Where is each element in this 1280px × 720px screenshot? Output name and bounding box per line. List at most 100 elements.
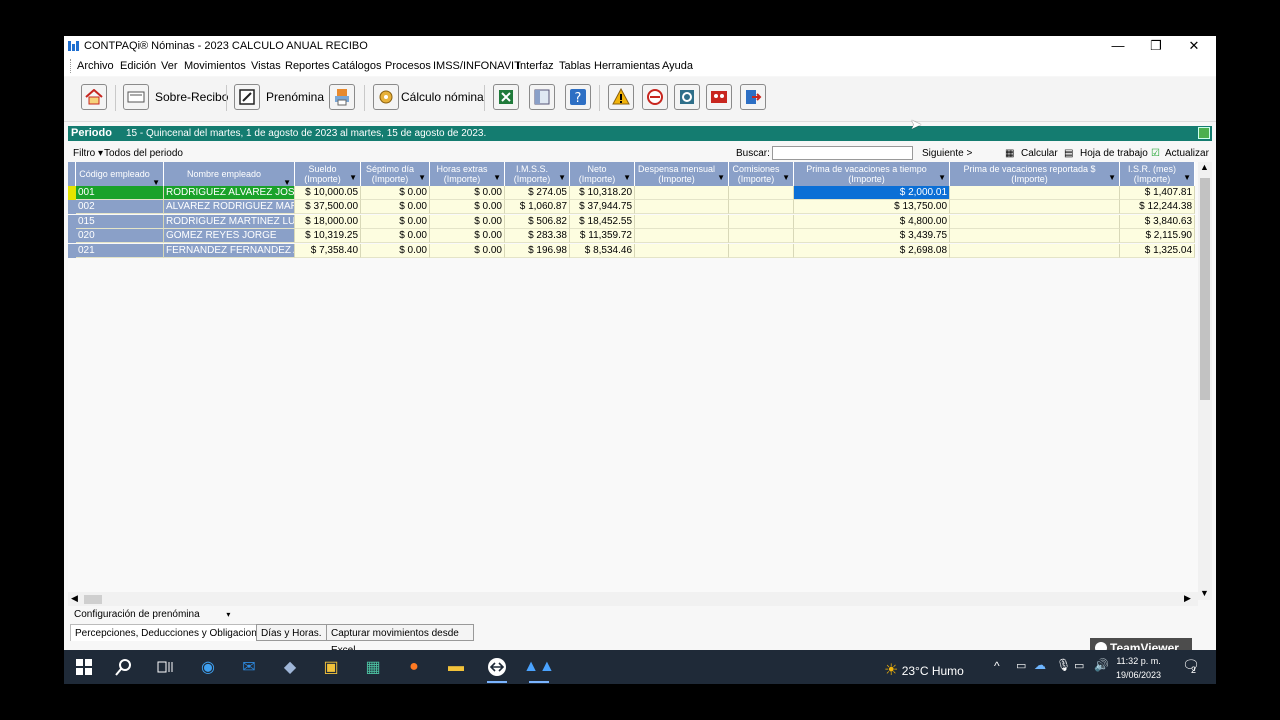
cell-prima-reportada[interactable] bbox=[950, 214, 1120, 229]
cell-horas[interactable]: $ 0.00 bbox=[430, 214, 505, 229]
cell-isr[interactable]: $ 1,407.81 bbox=[1120, 186, 1195, 200]
cell-septimo[interactable]: $ 0.00 bbox=[361, 229, 430, 244]
cell-septimo[interactable]: $ 0.00 bbox=[361, 186, 430, 200]
print-button[interactable] bbox=[329, 81, 355, 113]
menu-reportes[interactable]: Reportes bbox=[285, 60, 330, 72]
cell-nombre[interactable]: ALVAREZ RODRIGUEZ MARIA bbox=[164, 200, 295, 215]
weather-widget[interactable]: ☀ 23°C Humo bbox=[884, 660, 964, 680]
calculo-nomina-button[interactable]: Cálculo nómina bbox=[373, 81, 484, 113]
cell-neto[interactable]: $ 8,534.46 bbox=[570, 243, 635, 258]
menu-tablas[interactable]: Tablas bbox=[559, 60, 591, 72]
cell-prima-tiempo[interactable]: $ 13,750.00 bbox=[794, 200, 950, 215]
calendar-icon[interactable] bbox=[1198, 127, 1210, 139]
cell-neto[interactable]: $ 18,452.55 bbox=[570, 214, 635, 229]
cell-prima-tiempo[interactable]: $ 3,439.75 bbox=[794, 229, 950, 244]
vertical-scrollbar[interactable]: ▲ ▼ bbox=[1198, 162, 1212, 600]
search-input[interactable] bbox=[772, 146, 913, 160]
notifications-icon[interactable]: 🗨 2 bbox=[1182, 657, 1200, 675]
cell-septimo[interactable]: $ 0.00 bbox=[361, 243, 430, 258]
column-header-prima-reportada[interactable]: Prima de vacaciones reportada $ (Importe)… bbox=[950, 162, 1120, 186]
cell-comisiones[interactable] bbox=[729, 243, 794, 258]
row-selector[interactable] bbox=[68, 214, 76, 229]
close-button[interactable]: ✕ bbox=[1175, 36, 1213, 56]
cell-comisiones[interactable] bbox=[729, 186, 794, 200]
row-selector[interactable] bbox=[68, 229, 76, 244]
cell-horas[interactable]: $ 0.00 bbox=[430, 186, 505, 200]
panel-button[interactable] bbox=[529, 81, 555, 113]
calcular-button[interactable]: Calcular bbox=[1021, 148, 1058, 159]
cell-isr[interactable]: $ 12,244.38 bbox=[1120, 200, 1195, 215]
cell-neto[interactable]: $ 11,359.72 bbox=[570, 229, 635, 244]
cell-nombre[interactable]: RODRIGUEZ ALVAREZ JOSE bbox=[164, 186, 295, 200]
horizontal-scrollbar[interactable]: ◀ ▶ bbox=[68, 592, 1198, 606]
menu-interfaz[interactable]: Interfaz bbox=[517, 60, 554, 72]
cell-neto[interactable]: $ 37,944.75 bbox=[570, 200, 635, 215]
cell-isr[interactable]: $ 3,840.63 bbox=[1120, 214, 1195, 229]
column-dropdown-icon[interactable]: ▼ bbox=[152, 173, 160, 186]
config-prenomina[interactable]: Configuración de prenómina ▾ bbox=[74, 609, 230, 620]
cell-codigo[interactable]: 020 bbox=[76, 229, 164, 244]
folder-icon[interactable]: ▬ bbox=[444, 656, 468, 678]
microphone-icon[interactable]: 🎙 bbox=[1056, 658, 1071, 672]
start-button[interactable] bbox=[72, 656, 96, 678]
column-header-neto[interactable]: Neto (Importe) ▼ bbox=[570, 162, 635, 186]
horizontal-scroll-thumb[interactable] bbox=[84, 595, 102, 604]
cell-horas[interactable]: $ 0.00 bbox=[430, 200, 505, 215]
cell-codigo[interactable]: 001 bbox=[76, 186, 164, 200]
cell-prima-reportada[interactable] bbox=[950, 200, 1120, 215]
column-header-sueldo[interactable]: Sueldo (Importe) ▼ bbox=[295, 162, 361, 186]
scroll-right-icon[interactable]: ▶ bbox=[1184, 593, 1191, 604]
cell-prima-tiempo[interactable]: $ 2,698.08 bbox=[794, 243, 950, 258]
firefox-icon[interactable]: ● bbox=[402, 656, 426, 678]
cell-imss[interactable]: $ 196.98 bbox=[505, 243, 570, 258]
column-header-comisiones[interactable]: Comisiones (Importe) ▼ bbox=[729, 162, 794, 186]
cell-nombre[interactable]: GOMEZ REYES JORGE bbox=[164, 229, 295, 244]
tab-excel[interactable]: Capturar movimientos desde Excel bbox=[326, 624, 474, 650]
task-view-icon[interactable] bbox=[153, 656, 177, 678]
menu-imss-infonavit[interactable]: IMSS/INFONAVIT bbox=[433, 60, 521, 72]
menu-ayuda[interactable]: Ayuda bbox=[662, 60, 693, 72]
tab-dias-horas[interactable]: Días y Horas. bbox=[256, 624, 327, 641]
cell-comisiones[interactable] bbox=[729, 214, 794, 229]
column-header-nombre[interactable]: Nombre empleado ▼ bbox=[164, 162, 295, 186]
cell-prima-reportada[interactable] bbox=[950, 243, 1120, 258]
cell-septimo[interactable]: $ 0.00 bbox=[361, 200, 430, 215]
stamp-button[interactable] bbox=[642, 81, 668, 113]
cell-isr[interactable]: $ 1,325.04 bbox=[1120, 243, 1195, 258]
filter-button[interactable]: Filtro ▾ bbox=[73, 148, 103, 159]
column-header-codigo[interactable]: Código empleado ▼ bbox=[76, 162, 164, 186]
help-button[interactable]: ? bbox=[565, 81, 591, 113]
tab-percepciones[interactable]: Percepciones, Deducciones y Obligaciones… bbox=[70, 624, 276, 641]
edge-icon[interactable]: ◉ bbox=[196, 656, 220, 678]
cell-prima-reportada[interactable] bbox=[950, 186, 1120, 200]
chevron-up-icon[interactable]: ^ bbox=[994, 659, 1000, 673]
column-header-imss[interactable]: I.M.S.S. (Importe) ▼ bbox=[505, 162, 570, 186]
row-selector[interactable] bbox=[68, 186, 76, 200]
cell-imss[interactable]: $ 274.05 bbox=[505, 186, 570, 200]
cell-horas[interactable]: $ 0.00 bbox=[430, 229, 505, 244]
minimize-button[interactable]: — bbox=[1099, 36, 1137, 56]
cell-sueldo[interactable]: $ 7,358.40 bbox=[295, 243, 361, 258]
menu-procesos[interactable]: Procesos bbox=[385, 60, 431, 72]
cell-nombre[interactable]: RODRIGUEZ MARTINEZ LUIS bbox=[164, 214, 295, 229]
cell-despensa[interactable] bbox=[635, 200, 729, 215]
cell-isr[interactable]: $ 2,115.90 bbox=[1120, 229, 1195, 244]
cell-codigo[interactable]: 015 bbox=[76, 214, 164, 229]
cell-codigo[interactable]: 002 bbox=[76, 200, 164, 215]
excel-button[interactable] bbox=[493, 81, 519, 113]
warning-button[interactable] bbox=[608, 81, 634, 113]
cell-codigo[interactable]: 021 bbox=[76, 243, 164, 258]
cell-sueldo[interactable]: $ 10,000.05 bbox=[295, 186, 361, 200]
column-dropdown-icon[interactable]: ▼ bbox=[349, 173, 357, 183]
calculator-icon[interactable]: ▦ bbox=[361, 656, 385, 678]
recycle-button[interactable] bbox=[674, 81, 700, 113]
cell-septimo[interactable]: $ 0.00 bbox=[361, 214, 430, 229]
row-selector[interactable] bbox=[68, 200, 76, 215]
menu-vistas[interactable]: Vistas bbox=[251, 60, 281, 72]
contpaqi-icon[interactable]: ▲▲ bbox=[523, 656, 555, 683]
column-header-septimo[interactable]: Séptimo día (Importe) ▼ bbox=[361, 162, 430, 186]
cell-prima-tiempo[interactable]: $ 4,800.00 bbox=[794, 214, 950, 229]
cell-despensa[interactable] bbox=[635, 214, 729, 229]
teamviewer-icon[interactable] bbox=[485, 656, 509, 683]
column-dropdown-icon[interactable]: ▼ bbox=[782, 173, 790, 183]
